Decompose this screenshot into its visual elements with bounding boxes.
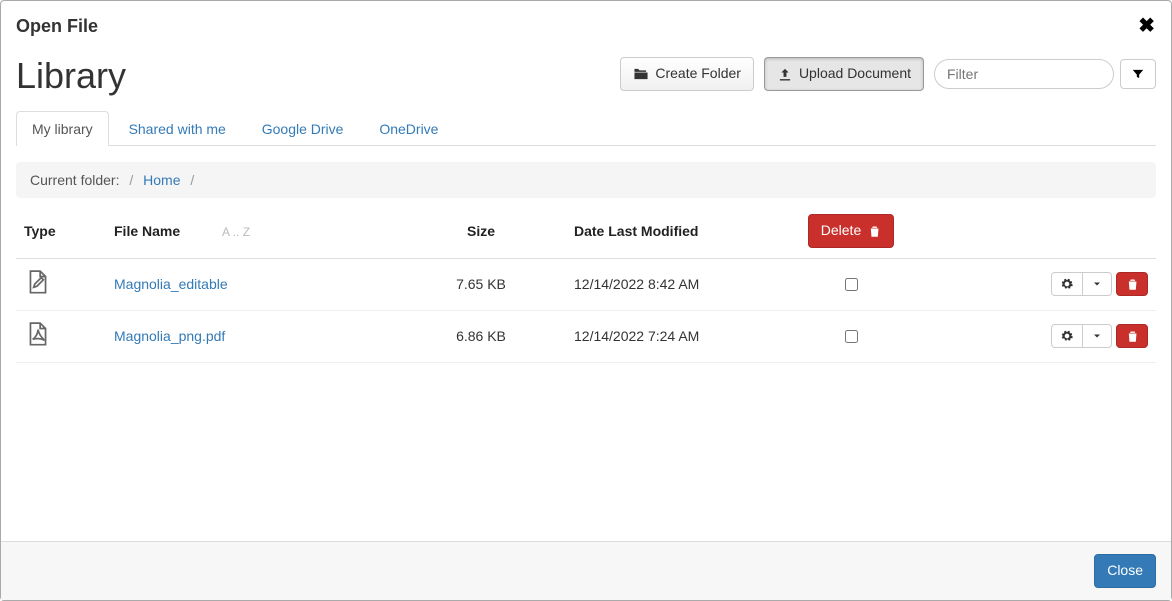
- filter-icon: [1131, 67, 1145, 81]
- select-row-checkbox[interactable]: [845, 278, 858, 291]
- col-size[interactable]: Size: [396, 204, 566, 258]
- delete-label: Delete: [821, 221, 861, 241]
- gear-icon: [1060, 329, 1074, 343]
- breadcrumb-sep: /: [184, 172, 200, 188]
- table-row: Magnolia_editable 7.65 KB12/14/2022 8:42 …: [16, 258, 1156, 310]
- tab-label: My library: [32, 121, 93, 137]
- file-size: 7.65 KB: [396, 258, 566, 310]
- trash-icon: [1125, 329, 1139, 343]
- delete-selected-button[interactable]: Delete: [808, 214, 894, 248]
- tab-label: Google Drive: [262, 121, 344, 137]
- col-actions: [916, 204, 1156, 258]
- row-delete-button[interactable]: [1116, 324, 1148, 348]
- file-modified: 12/14/2022 8:42 AM: [566, 258, 786, 310]
- close-button[interactable]: Close: [1094, 554, 1156, 588]
- breadcrumb-sep: /: [123, 172, 139, 188]
- breadcrumb-home[interactable]: Home: [143, 172, 180, 188]
- sort-indicator: A .. Z: [184, 225, 250, 239]
- row-delete-button[interactable]: [1116, 272, 1148, 296]
- row-settings-dropdown[interactable]: [1083, 324, 1112, 348]
- gear-icon: [1060, 277, 1074, 291]
- tab-shared-with-me[interactable]: Shared with me: [113, 111, 242, 146]
- file-size: 6.86 KB: [396, 310, 566, 362]
- tab-label: Shared with me: [129, 121, 226, 137]
- trash-icon: [867, 224, 881, 238]
- row-settings-button[interactable]: [1051, 324, 1083, 348]
- col-delete: Delete: [786, 204, 916, 258]
- tabs: My library Shared with me Google Drive O…: [16, 111, 1156, 146]
- tab-label: OneDrive: [379, 121, 438, 137]
- row-settings-button[interactable]: [1051, 272, 1083, 296]
- file-edit-icon: [24, 269, 52, 297]
- chevron-down-icon: [1091, 330, 1103, 342]
- close-icon[interactable]: ✖: [1138, 13, 1155, 38]
- col-filename[interactable]: File Name A .. Z: [106, 204, 396, 258]
- upload-document-label: Upload Document: [799, 64, 911, 84]
- page-title: Library: [16, 55, 126, 97]
- file-name-link[interactable]: Magnolia_png.pdf: [114, 328, 225, 344]
- dialog-title: Open File: [16, 16, 98, 36]
- tab-my-library[interactable]: My library: [16, 111, 109, 146]
- col-modified[interactable]: Date Last Modified: [566, 204, 786, 258]
- file-modified: 12/14/2022 7:24 AM: [566, 310, 786, 362]
- trash-icon: [1125, 277, 1139, 291]
- filter-button[interactable]: [1120, 59, 1156, 89]
- table-row: Magnolia_png.pdf 6.86 KB12/14/2022 7:24 A…: [16, 310, 1156, 362]
- create-folder-label: Create Folder: [655, 64, 741, 84]
- select-row-checkbox[interactable]: [845, 330, 858, 343]
- tab-onedrive[interactable]: OneDrive: [363, 111, 454, 146]
- file-pdf-icon: [24, 321, 52, 349]
- file-name-link[interactable]: Magnolia_editable: [114, 276, 228, 292]
- col-type[interactable]: Type: [16, 204, 106, 258]
- folder-icon: [633, 66, 649, 82]
- chevron-down-icon: [1091, 278, 1103, 290]
- create-folder-button[interactable]: Create Folder: [620, 57, 754, 91]
- tab-google-drive[interactable]: Google Drive: [246, 111, 360, 146]
- breadcrumb-prefix: Current folder:: [30, 172, 119, 188]
- file-table: Type File Name A .. Z Size Date Last Mod…: [16, 204, 1156, 363]
- upload-document-button[interactable]: Upload Document: [764, 57, 924, 91]
- row-settings-dropdown[interactable]: [1083, 272, 1112, 296]
- upload-icon: [777, 66, 793, 82]
- col-filename-label: File Name: [114, 223, 180, 239]
- breadcrumb: Current folder: / Home /: [16, 162, 1156, 198]
- filter-input[interactable]: [934, 59, 1114, 89]
